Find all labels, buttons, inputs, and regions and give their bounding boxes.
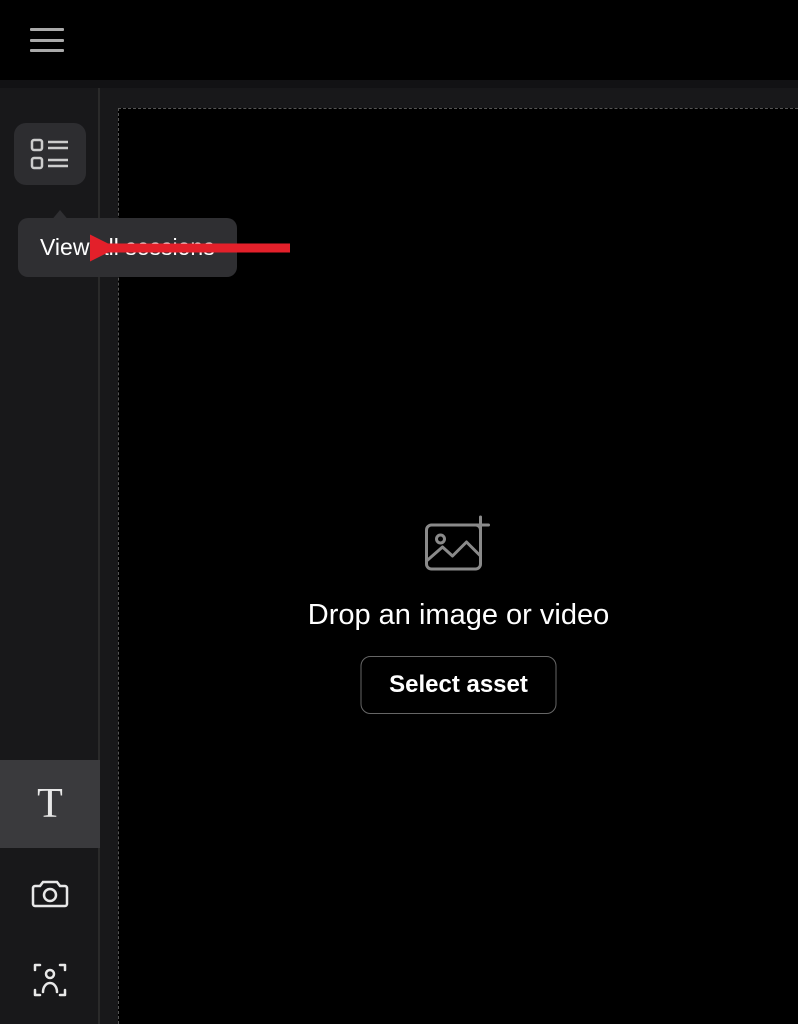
add-image-icon xyxy=(423,515,495,573)
pose-person-icon xyxy=(32,962,68,998)
view-all-sessions-button[interactable] xyxy=(14,123,86,185)
hamburger-menu-icon[interactable] xyxy=(30,28,64,52)
tool-rail: T xyxy=(0,760,100,1024)
camera-tool-button[interactable] xyxy=(0,848,100,936)
text-tool-button[interactable]: T xyxy=(0,760,100,848)
drop-zone-content: Drop an image or video Select asset xyxy=(119,515,798,714)
drop-zone-text: Drop an image or video xyxy=(119,599,798,632)
top-bar xyxy=(0,0,798,80)
main-area: T View all sessions xyxy=(0,88,798,1024)
text-tool-icon: T xyxy=(37,780,63,828)
camera-icon xyxy=(31,876,69,908)
select-asset-button[interactable]: Select asset xyxy=(360,656,557,714)
session-list-icon xyxy=(30,138,70,170)
divider xyxy=(0,80,798,88)
sessions-tooltip: View all sessions xyxy=(18,218,237,277)
pose-tool-button[interactable] xyxy=(0,936,100,1024)
tooltip-label: View all sessions xyxy=(40,234,215,260)
